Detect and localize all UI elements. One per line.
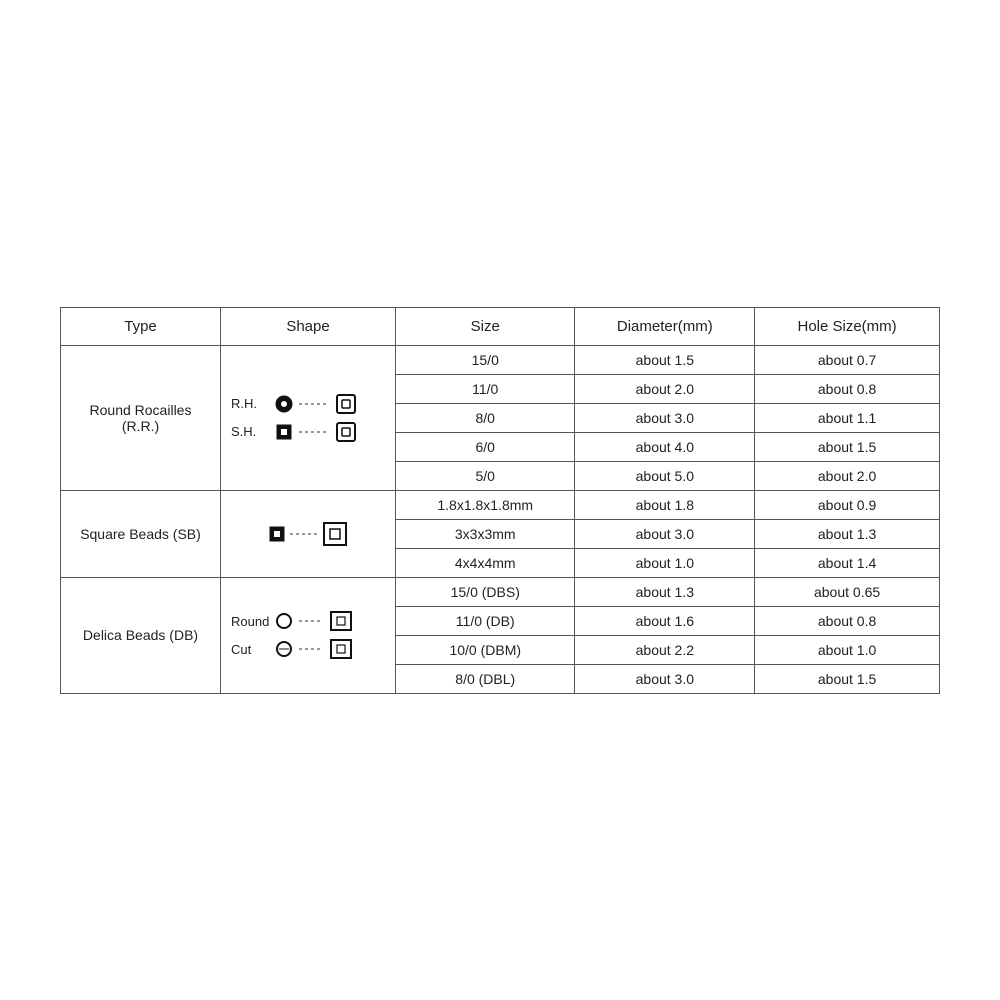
diameter-cell: about 4.0 — [575, 432, 755, 461]
size-cell: 8/0 (DBL) — [396, 664, 575, 693]
diameter-cell: about 1.3 — [575, 577, 755, 606]
hole-cell: about 0.8 — [755, 374, 940, 403]
type-delica-beads: Delica Beads (DB) — [61, 577, 221, 693]
diameter-cell: about 3.0 — [575, 403, 755, 432]
hole-cell: about 0.8 — [755, 606, 940, 635]
hole-cell: about 0.65 — [755, 577, 940, 606]
size-cell: 4x4x4mm — [396, 548, 575, 577]
diameter-cell: about 2.2 — [575, 635, 755, 664]
hole-cell: about 1.1 — [755, 403, 940, 432]
rh-small-bead — [275, 395, 293, 413]
table-row: Delica Beads (DB) Round — [61, 577, 940, 606]
diameter-cell: about 5.0 — [575, 461, 755, 490]
sb-small-bead — [268, 525, 286, 543]
rh-label: R.H. — [231, 396, 269, 411]
db-cut-small — [275, 640, 293, 658]
db-round-connector — [299, 612, 323, 630]
hole-cell: about 1.5 — [755, 664, 940, 693]
diameter-cell: about 1.0 — [575, 548, 755, 577]
shape-container-db: Round — [231, 606, 385, 664]
shape-db-round-row: Round — [231, 610, 353, 632]
sh-label: S.H. — [231, 424, 269, 439]
type-round-rocailles: Round Rocailles (R.R.) — [61, 345, 221, 490]
col-hole: Hole Size(mm) — [755, 307, 940, 345]
table-row: Square Beads (SB) — [61, 490, 940, 519]
col-type: Type — [61, 307, 221, 345]
sh-large-bead — [335, 421, 357, 443]
table-container: Type Shape Size Diameter(mm) Hole Size(m… — [60, 307, 940, 694]
db-cut-connector — [299, 640, 323, 658]
diameter-cell: about 1.8 — [575, 490, 755, 519]
diameter-cell: about 3.0 — [575, 664, 755, 693]
table-row: Round Rocailles (R.R.) R.H. — [61, 345, 940, 374]
diameter-cell: about 3.0 — [575, 519, 755, 548]
db-round-small — [275, 612, 293, 630]
hole-cell: about 1.5 — [755, 432, 940, 461]
shape-delica-beads: Round — [221, 577, 396, 693]
header-row: Type Shape Size Diameter(mm) Hole Size(m… — [61, 307, 940, 345]
db-round-label: Round — [231, 614, 269, 629]
page-wrapper: Type Shape Size Diameter(mm) Hole Size(m… — [0, 0, 1000, 1000]
shape-container-sb — [231, 521, 385, 547]
col-shape: Shape — [221, 307, 396, 345]
shape-rh-row: R.H. — [231, 393, 357, 415]
type-square-beads: Square Beads (SB) — [61, 490, 221, 577]
shape-sh-row: S.H. — [231, 421, 357, 443]
bead-reference-table: Type Shape Size Diameter(mm) Hole Size(m… — [60, 307, 940, 694]
hole-cell: about 0.7 — [755, 345, 940, 374]
shape-square-beads — [221, 490, 396, 577]
hole-cell: about 0.9 — [755, 490, 940, 519]
shape-container-rr: R.H. — [231, 389, 385, 447]
db-round-large — [329, 610, 353, 632]
size-cell: 15/0 (DBS) — [396, 577, 575, 606]
diameter-cell: about 1.5 — [575, 345, 755, 374]
sh-connector — [299, 423, 329, 441]
size-cell: 3x3x3mm — [396, 519, 575, 548]
rh-connector — [299, 395, 329, 413]
shape-db-cut-row: Cut — [231, 638, 353, 660]
size-cell: 8/0 — [396, 403, 575, 432]
size-cell: 6/0 — [396, 432, 575, 461]
col-diameter: Diameter(mm) — [575, 307, 755, 345]
size-cell: 1.8x1.8x1.8mm — [396, 490, 575, 519]
col-size: Size — [396, 307, 575, 345]
size-cell: 5/0 — [396, 461, 575, 490]
diameter-cell: about 2.0 — [575, 374, 755, 403]
diameter-cell: about 1.6 — [575, 606, 755, 635]
hole-cell: about 1.3 — [755, 519, 940, 548]
hole-cell: about 1.0 — [755, 635, 940, 664]
size-cell: 10/0 (DBM) — [396, 635, 575, 664]
hole-cell: about 1.4 — [755, 548, 940, 577]
rh-large-bead — [335, 393, 357, 415]
sb-large-bead — [322, 521, 348, 547]
shape-round-rocailles: R.H. — [221, 345, 396, 490]
sb-connector — [290, 525, 318, 543]
size-cell: 11/0 — [396, 374, 575, 403]
hole-cell: about 2.0 — [755, 461, 940, 490]
size-cell: 11/0 (DB) — [396, 606, 575, 635]
db-cut-large — [329, 638, 353, 660]
db-cut-label: Cut — [231, 642, 269, 657]
sh-small-bead — [275, 423, 293, 441]
size-cell: 15/0 — [396, 345, 575, 374]
